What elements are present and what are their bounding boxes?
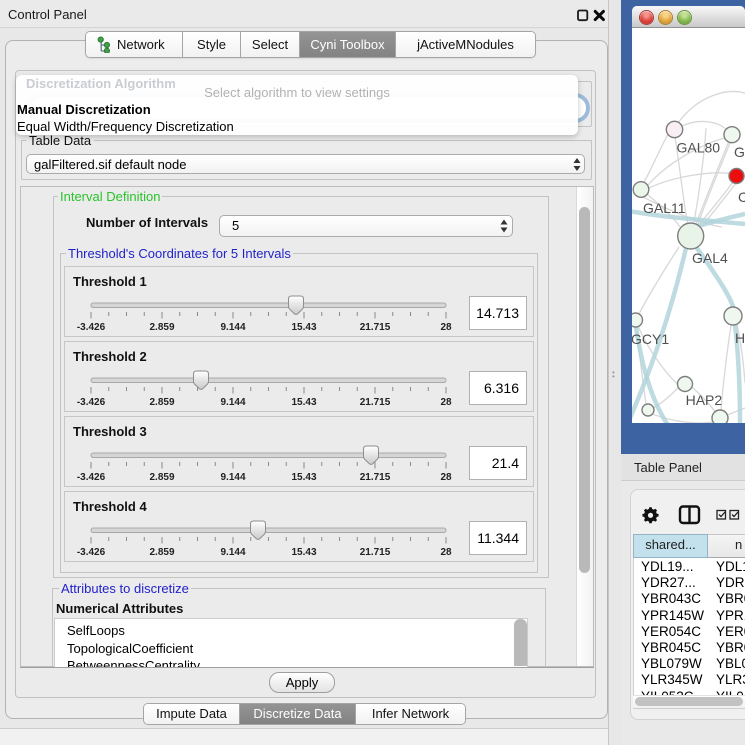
svg-text:2.859: 2.859 bbox=[149, 397, 174, 408]
svg-text:28: 28 bbox=[440, 547, 452, 558]
svg-text:15.43: 15.43 bbox=[291, 322, 316, 333]
svg-text:GAL80: GAL80 bbox=[677, 140, 721, 156]
svg-text:H: H bbox=[735, 330, 745, 346]
svg-text:21.715: 21.715 bbox=[360, 547, 391, 558]
svg-text:GCY1: GCY1 bbox=[632, 331, 669, 347]
svg-text:9.144: 9.144 bbox=[220, 397, 245, 408]
svg-text:28: 28 bbox=[440, 397, 452, 408]
svg-text:28: 28 bbox=[440, 322, 452, 333]
svg-text:GA: GA bbox=[734, 144, 745, 160]
svg-text:15.43: 15.43 bbox=[291, 472, 316, 483]
svg-text:9.144: 9.144 bbox=[220, 322, 245, 333]
svg-text:21.715: 21.715 bbox=[360, 322, 391, 333]
svg-text:2.859: 2.859 bbox=[149, 322, 174, 333]
svg-text:GAL11: GAL11 bbox=[643, 200, 686, 216]
svg-text:C: C bbox=[738, 189, 745, 205]
svg-text:2.859: 2.859 bbox=[149, 472, 174, 483]
svg-text:15.43: 15.43 bbox=[291, 397, 316, 408]
svg-text:21.715: 21.715 bbox=[360, 472, 391, 483]
svg-text:-3.426: -3.426 bbox=[77, 397, 106, 408]
svg-text:HAP2: HAP2 bbox=[686, 392, 723, 408]
svg-text:9.144: 9.144 bbox=[220, 547, 245, 558]
svg-text:-3.426: -3.426 bbox=[77, 547, 106, 558]
svg-text:GAL4: GAL4 bbox=[692, 250, 728, 266]
svg-text:-3.426: -3.426 bbox=[77, 322, 106, 333]
svg-text:28: 28 bbox=[440, 472, 452, 483]
svg-text:21.715: 21.715 bbox=[360, 397, 391, 408]
svg-text:9.144: 9.144 bbox=[220, 472, 245, 483]
svg-text:2.859: 2.859 bbox=[149, 547, 174, 558]
svg-text:-3.426: -3.426 bbox=[77, 472, 106, 483]
svg-text:15.43: 15.43 bbox=[291, 547, 316, 558]
